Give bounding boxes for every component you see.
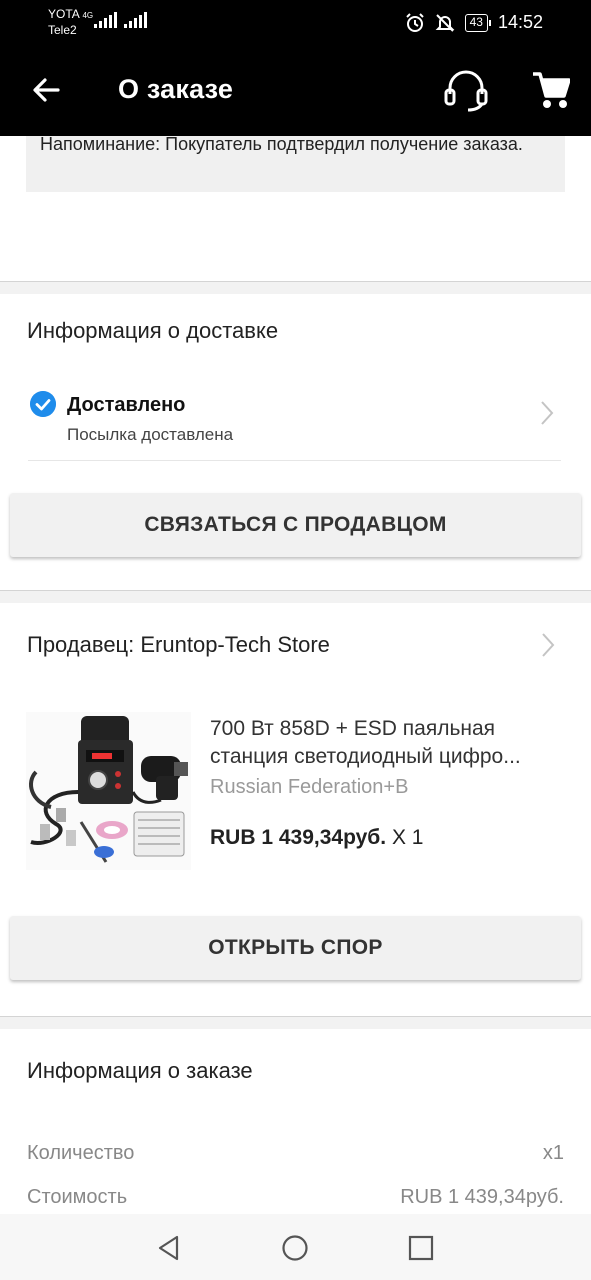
system-nav-bar (0, 1214, 591, 1280)
product-title[interactable]: 700 Вт 858D + ESD паяльная станция свето… (210, 715, 570, 771)
order-info-row-quantity: Количество x1 (27, 1142, 564, 1165)
check-circle-icon (30, 391, 56, 417)
contact-seller-button[interactable]: СВЯЗАТЬСЯ С ПРОДАВЦОМ (10, 493, 581, 557)
info-value: x1 (542, 1142, 564, 1164)
chevron-right-icon[interactable] (540, 632, 556, 658)
product-quantity: X 1 (391, 826, 424, 849)
reminder-text: Напоминание: Покупатель подтвердил получ… (40, 134, 523, 154)
product-variant: Russian Federation+B (210, 776, 409, 798)
order-info-section-title: Информация о заказе (27, 1058, 253, 1083)
section-divider (0, 590, 591, 603)
section-divider (0, 1016, 591, 1029)
section-divider (0, 281, 591, 294)
product-price: RUB 1 439,34руб. (210, 826, 387, 849)
status-bar: YOTA 4G Tele2 43 14:52 (0, 0, 591, 46)
mute-notifications-icon (435, 13, 455, 32)
order-info-row-cost: Стоимость RUB 1 439,34руб. (27, 1186, 564, 1209)
nav-recents-icon[interactable] (407, 1234, 435, 1262)
cart-icon[interactable] (532, 70, 570, 110)
seller-name[interactable]: Продавец: Eruntop-Tech Store (27, 632, 330, 658)
chevron-right-icon (541, 401, 554, 425)
signal-icon (124, 12, 147, 28)
delivery-status-subtitle: Посылка доставлена (67, 425, 234, 444)
product-image[interactable] (26, 712, 191, 870)
delivery-status-title: Доставлено (67, 394, 186, 416)
app-bar: О заказе (0, 46, 591, 136)
battery-icon: 43 (464, 13, 492, 32)
carrier-top: YOTA (48, 7, 80, 21)
reminder-banner: Напоминание: Покупатель подтвердил получ… (26, 134, 565, 192)
info-label: Количество (27, 1142, 135, 1164)
delivery-section-title: Информация о доставке (27, 318, 279, 343)
carrier-info: YOTA 4G Tele2 (48, 7, 93, 38)
product-title-line2: станция светодиодный цифро... (210, 745, 521, 768)
nav-home-icon[interactable] (281, 1234, 309, 1262)
signal-icon (94, 12, 117, 28)
info-label: Стоимость (27, 1186, 128, 1208)
clock: 14:52 (497, 12, 543, 32)
network-type: 4G (82, 11, 94, 20)
back-arrow-icon[interactable] (28, 72, 64, 108)
support-headset-icon[interactable] (442, 70, 490, 112)
product-title-line1: 700 Вт 858D + ESD паяльная (210, 717, 496, 740)
product-price-row: RUB 1 439,34руб. X 1 (210, 826, 424, 850)
nav-back-icon[interactable] (155, 1234, 183, 1262)
alarm-icon (405, 12, 424, 32)
info-value: RUB 1 439,34руб. (400, 1186, 564, 1208)
page-title: О заказе (118, 74, 234, 104)
open-dispute-button[interactable]: ОТКРЫТЬ СПОР (10, 916, 581, 980)
carrier-bottom: Tele2 (48, 23, 77, 37)
battery-level: 43 (469, 14, 483, 29)
delivery-status-row[interactable]: Доставлено Посылка доставлена (28, 385, 561, 461)
